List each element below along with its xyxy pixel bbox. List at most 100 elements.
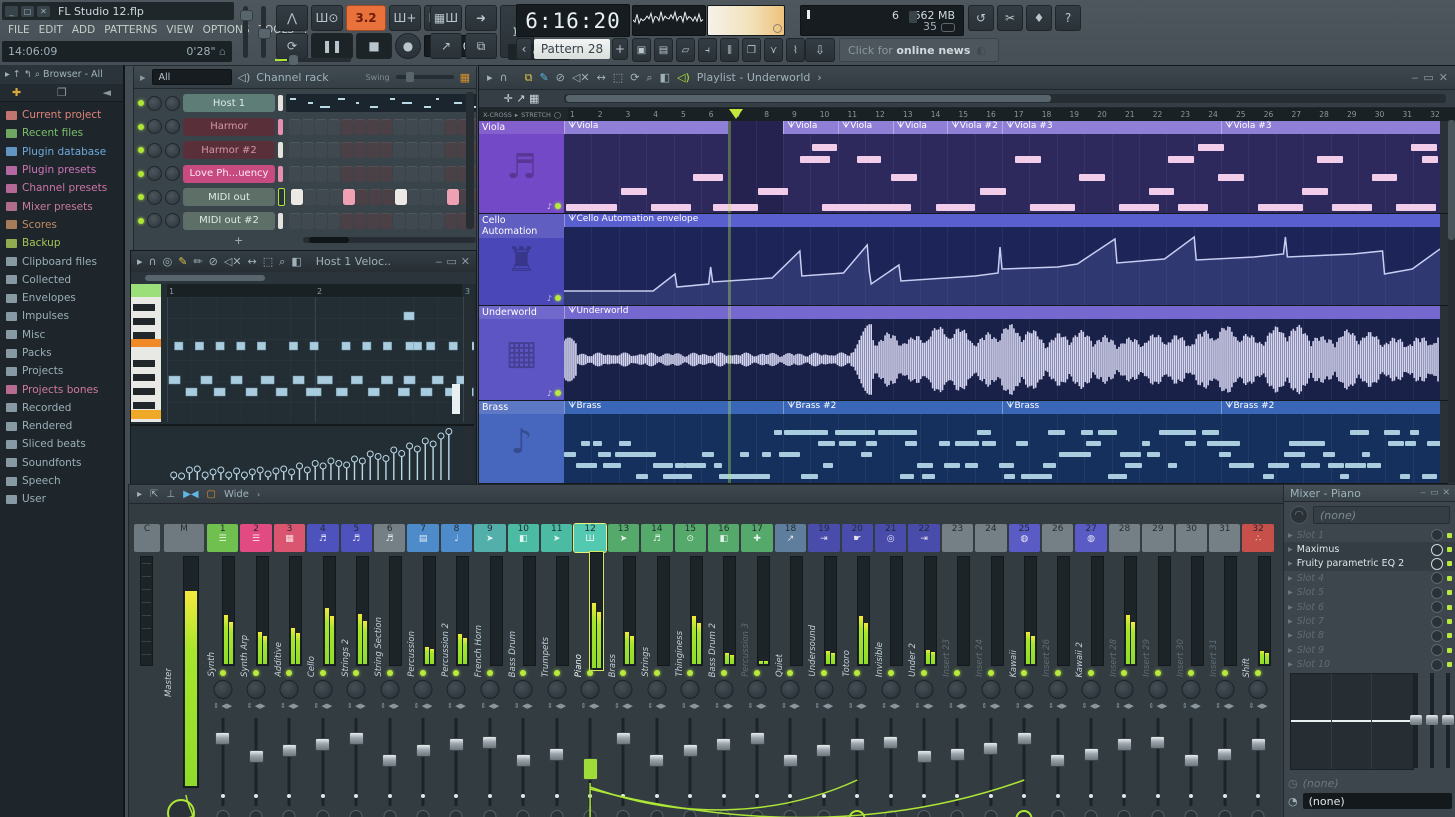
pr-magnet-icon[interactable]: ∩ [149,255,157,268]
pr-vscrollbar[interactable] [464,297,472,422]
pause-button[interactable]: ❚❚ [311,33,353,59]
note[interactable] [292,375,305,385]
step-cell[interactable] [302,165,314,182]
browser-item[interactable]: Current project [0,106,123,124]
strip-pan-knob[interactable] [647,680,667,699]
strip-fader[interactable] [448,718,464,806]
strip-separation-controls[interactable]: ⇕ ◀▶ [841,702,874,710]
fx-slot-mix-knob[interactable] [1431,529,1443,542]
note[interactable] [185,387,198,397]
step-cell[interactable] [406,212,418,229]
strip-send-knob[interactable] [817,810,831,817]
strip-fader-handle[interactable] [1183,754,1199,767]
minimize-button[interactable]: _ [5,5,18,17]
channel-pan-knob[interactable] [147,119,162,134]
fx-slot-mix-knob[interactable] [1431,543,1443,556]
mixer-strip[interactable]: 17 ✚ Percussion 3 ⇕ ◀▶ [740,522,773,817]
add-channel-button[interactable]: + [234,234,243,247]
pr-menu-arrow[interactable]: ▸ [137,255,143,268]
strip-separation-controls[interactable]: ⇕ ◀▶ [941,702,974,710]
velocity-handle[interactable] [335,460,343,467]
velocity-handle[interactable] [374,453,382,460]
mixer-strip[interactable]: 12 Ш Piano ⇕ ◀▶ [573,522,607,817]
velocity-handle[interactable] [201,471,209,479]
strip-header[interactable]: 16 ◧ [708,524,740,552]
strip-fader-handle[interactable] [1217,748,1233,761]
strip-separation-controls[interactable]: ⇕ ◀▶ [640,702,673,710]
pr-mute-icon[interactable]: ◁✕ [224,255,242,268]
browser-item[interactable]: Collected [0,271,123,289]
step-cell[interactable] [419,165,431,182]
velocity-stem[interactable] [432,444,434,480]
strip-fader[interactable] [515,718,531,806]
playhead-marker[interactable] [728,109,743,119]
step-cell[interactable] [380,142,392,158]
strip-header[interactable]: 29 [1142,524,1174,552]
velocity-stem[interactable] [377,456,379,481]
step-cell[interactable] [382,189,394,205]
fx-slot-arrow[interactable]: ▸ [1288,616,1293,627]
note[interactable] [382,341,392,351]
piano-key-black[interactable] [133,360,155,367]
strip-mute-led[interactable] [520,670,527,676]
strip-fader[interactable] [849,718,865,806]
fx-slot[interactable]: ▸ Slot 6 [1284,600,1455,614]
fx-input-knob[interactable]: ◠ [1290,506,1308,524]
rack-menu-arrow[interactable]: ▸ [140,71,146,84]
channel-pan-knob[interactable] [147,95,162,111]
strip-separation-controls[interactable]: ⇕ ◀▶ [1141,702,1174,710]
strip-fader-handle[interactable] [348,732,364,745]
fx-slot-mix-knob[interactable] [1431,644,1443,657]
strip-send-knob[interactable] [917,810,931,817]
strip-header[interactable]: 18 ↗ [774,524,807,552]
strip-fader[interactable] [415,718,431,806]
channel-display-pill[interactable] [278,118,283,135]
rack-hscrollbar[interactable] [303,237,476,243]
strip-separation-controls[interactable]: ⇕ ◀▶ [807,702,840,710]
channel-button[interactable]: Host 1 [183,94,275,112]
fx-slot-arrow[interactable]: ▸ [1288,602,1293,613]
strip-header[interactable]: 12 Ш [573,523,607,553]
strip-separation-controls[interactable]: ⇕ ◀▶ [406,702,439,710]
maximize-button[interactable]: □ [21,5,34,17]
fx-slot[interactable]: ▸ Slot 10 [1284,658,1455,672]
strip-send-knob[interactable] [216,810,230,817]
strip-mute-led[interactable] [587,670,594,676]
strip-pan-knob[interactable] [881,680,901,699]
piano-key-black[interactable] [133,304,155,311]
strip-fader[interactable] [949,718,965,806]
strip-send-knob[interactable] [616,810,630,817]
shuffle-slider[interactable] [275,55,351,65]
channel-display-pill[interactable] [278,95,283,111]
strip-fader[interactable] [348,718,364,806]
project-picker-button[interactable]: ❐ [742,38,761,62]
mixer-layout-arrow[interactable]: › [257,490,260,499]
menu-item-file[interactable]: FILE [8,24,30,36]
strip-send-knob[interactable] [516,810,530,817]
note[interactable] [403,375,416,385]
channel-button[interactable]: Harmor [183,117,275,136]
strip-send-knob[interactable] [349,810,363,817]
step-cell[interactable] [328,142,340,158]
channel-volume-knob[interactable] [165,166,180,181]
strip-separation-controls[interactable]: ⇕ ◀▶ [774,702,807,710]
step-cell[interactable] [380,118,392,135]
step-cell[interactable] [341,142,353,158]
strip-separation-controls[interactable]: ⇕ ◀▶ [306,702,339,710]
clip[interactable]: ᗐViola #2 [947,121,1002,134]
fx-output-dropdown[interactable]: (none) [1302,793,1452,809]
strip-mute-led[interactable] [453,670,460,676]
pl-paint-icon[interactable]: ✎ [539,71,548,84]
main-volume-gradient[interactable] [707,5,785,36]
strip-pan-knob[interactable] [279,680,299,699]
note[interactable] [426,341,436,351]
note[interactable] [403,311,415,321]
fx-close-button[interactable]: ✕ [1442,488,1450,498]
strip-separation-controls[interactable]: ⇕ ◀▶ [907,702,940,710]
channel-mute-led[interactable] [138,100,144,106]
mixer-strip[interactable]: 20 ☛ Totoro ⇕ ◀▶ [841,522,874,817]
clip[interactable]: ᗐBrass [564,401,783,414]
strip-header[interactable]: 14 ♬ [641,524,673,552]
browser-item[interactable]: Clipboard files [0,252,123,270]
strip-fader[interactable] [816,718,832,806]
